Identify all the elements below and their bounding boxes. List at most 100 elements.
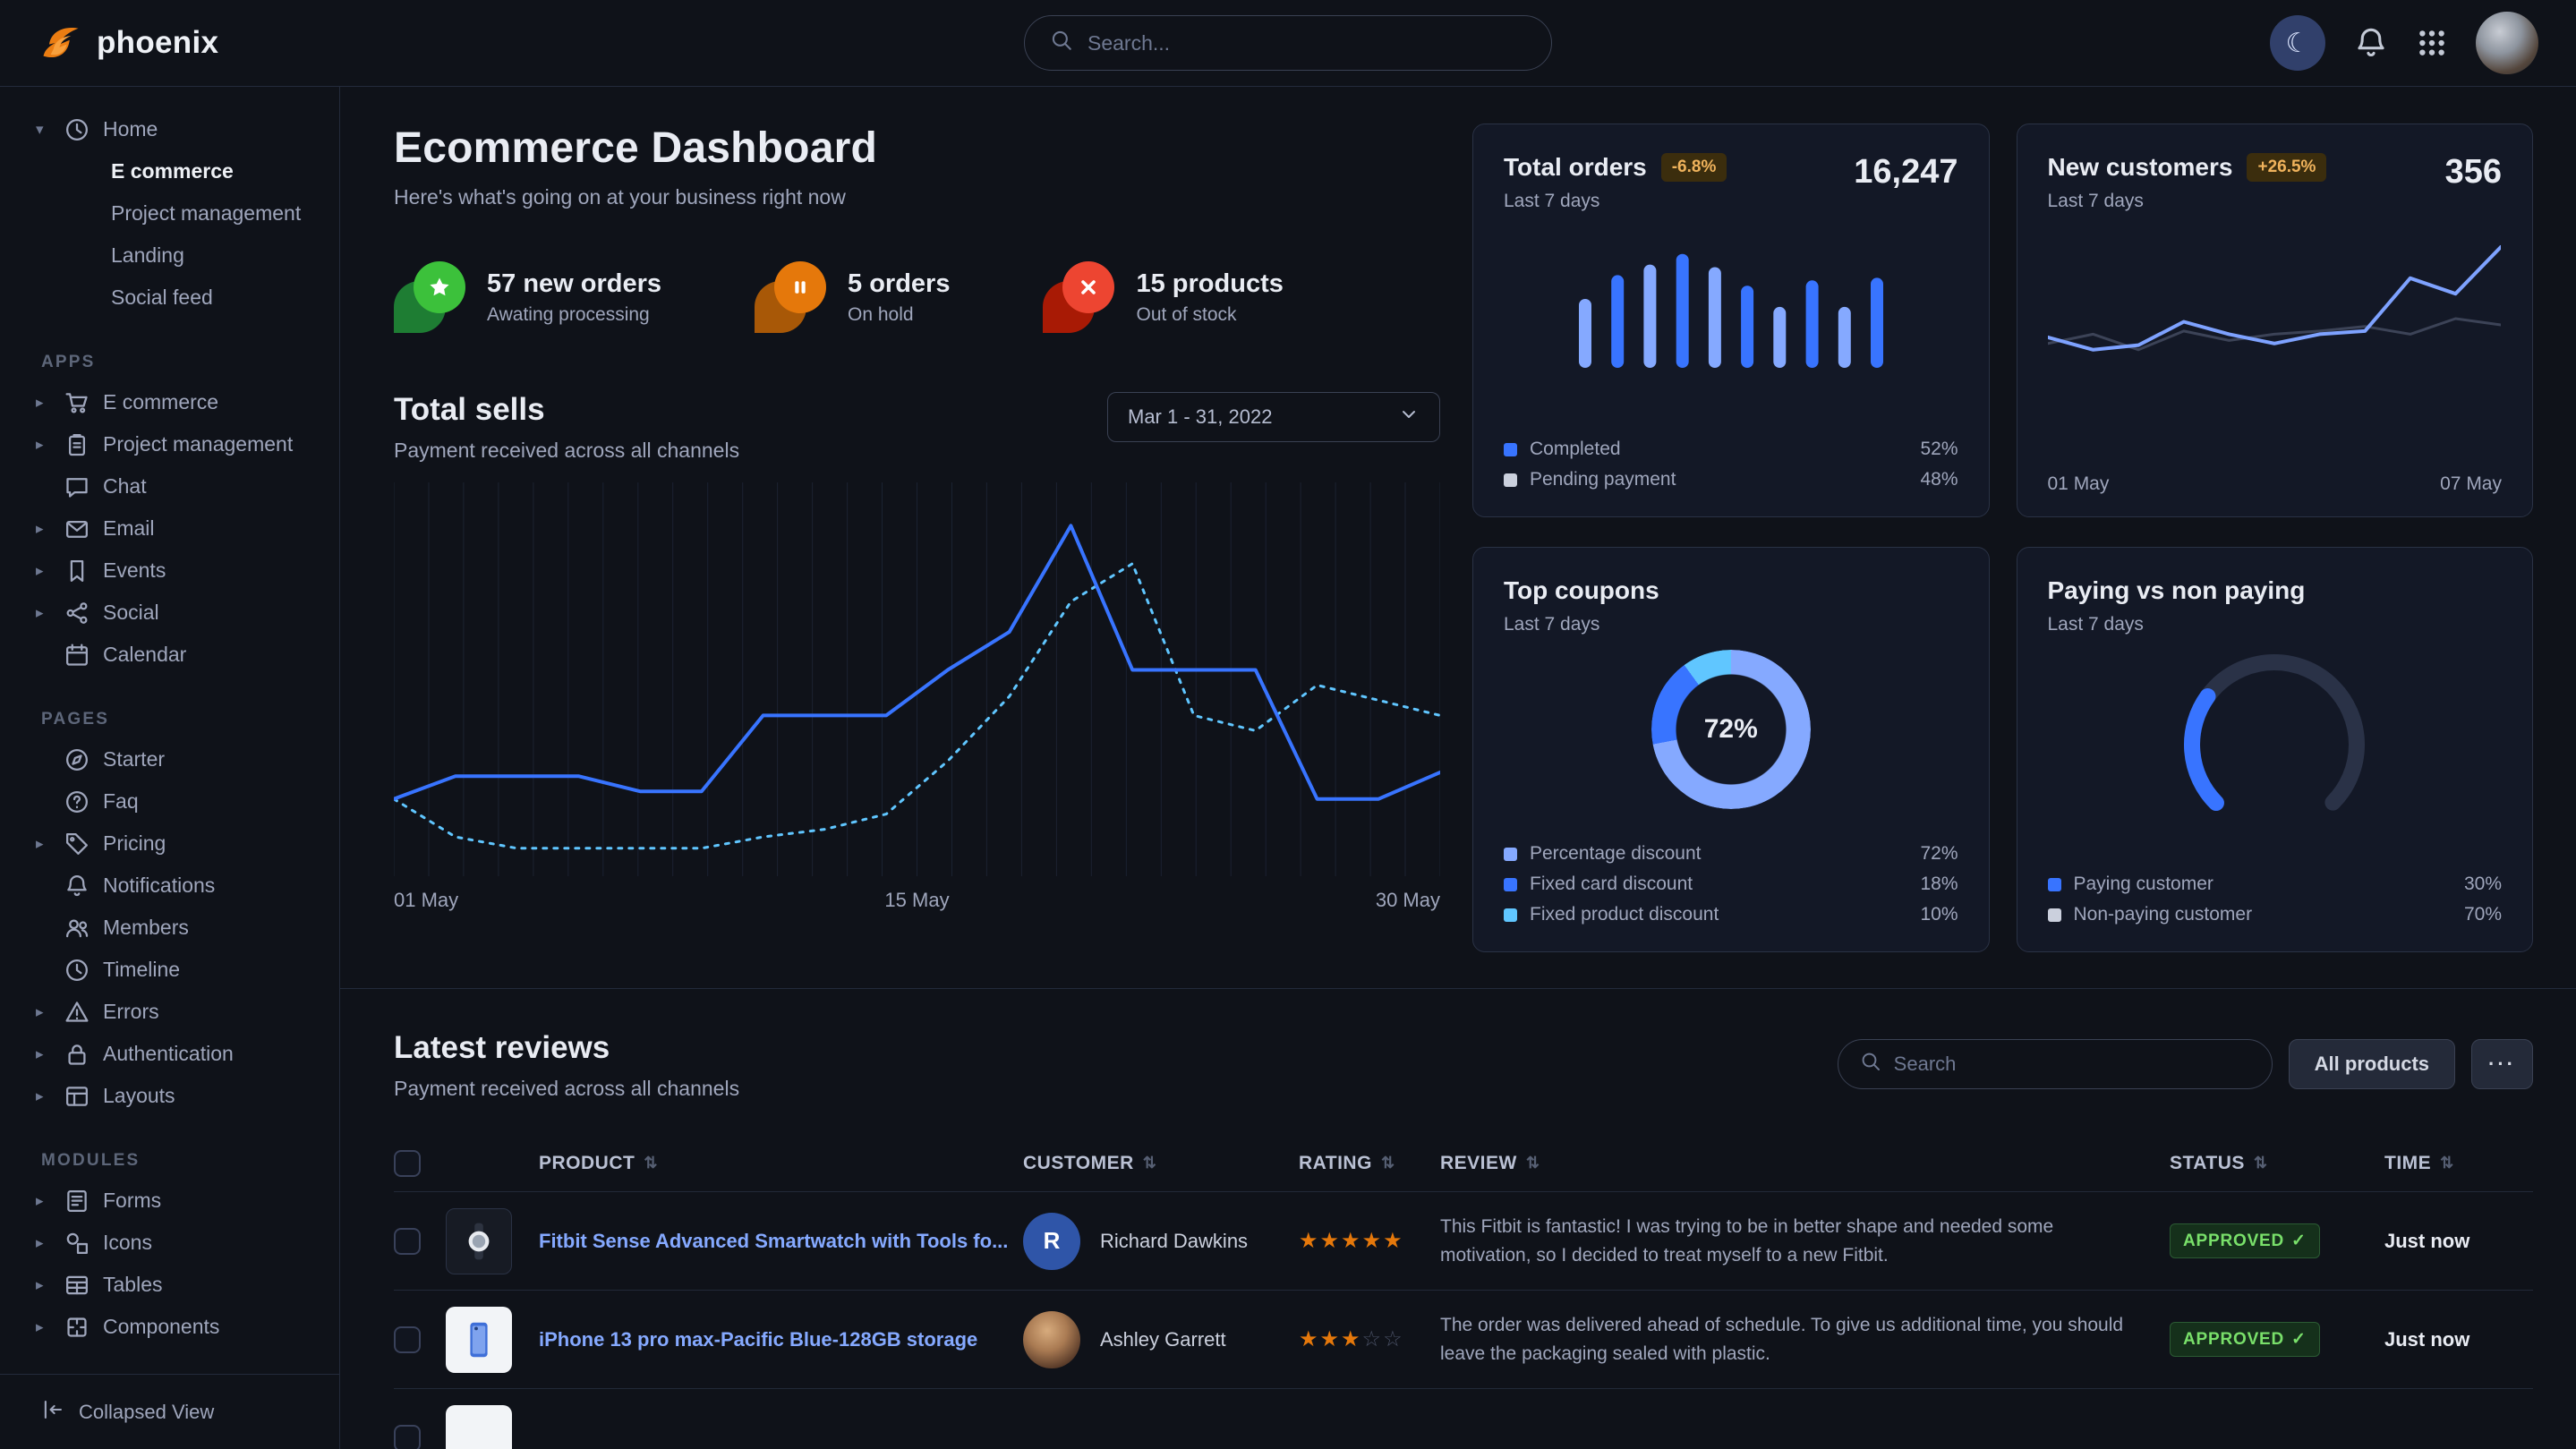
row-checkbox[interactable] xyxy=(394,1228,421,1255)
sidebar-item-e-commerce[interactable]: E commerce xyxy=(0,150,339,192)
all-products-button[interactable]: All products xyxy=(2289,1039,2455,1089)
sidebar-item-e-commerce[interactable]: ▸E commerce xyxy=(0,381,339,423)
stat-blob xyxy=(755,261,826,333)
chevron-down-icon: ▾ xyxy=(36,121,64,139)
top-coupons-card: Top coupons Last 7 days 72% Percentage d… xyxy=(1472,547,1990,952)
sidebar-item-faq[interactable]: Faq xyxy=(0,780,339,823)
sidebar-item-tables[interactable]: ▸Tables xyxy=(0,1264,339,1306)
sidebar-item-events[interactable]: ▸Events xyxy=(0,550,339,592)
topbar: phoenix Search... ☾ xyxy=(0,0,2576,87)
global-search-input[interactable]: Search... xyxy=(1024,15,1552,71)
chevron-right-icon: ▸ xyxy=(36,1234,64,1252)
reviews-subtitle: Payment received across all channels xyxy=(394,1077,739,1101)
legend-item: Pending payment48% xyxy=(1504,465,1958,495)
date-range-select[interactable]: Mar 1 - 31, 2022 xyxy=(1107,392,1440,442)
reviews-search-input[interactable]: Search xyxy=(1838,1039,2273,1089)
sidebar-item-members[interactable]: Members xyxy=(0,907,339,949)
sidebar-item-social-feed[interactable]: Social feed xyxy=(0,277,339,319)
calendar-icon xyxy=(64,643,90,668)
table-row xyxy=(394,1389,2533,1449)
global-search-placeholder: Search... xyxy=(1088,31,1170,55)
user-avatar[interactable] xyxy=(2476,12,2538,74)
column-header-customer[interactable]: CUSTOMER⇅ xyxy=(1023,1153,1299,1174)
sidebar-item-calendar[interactable]: Calendar xyxy=(0,634,339,676)
row-checkbox[interactable] xyxy=(394,1326,421,1353)
main-content: Ecommerce Dashboard Here's what's going … xyxy=(340,87,2576,1449)
more-options-button[interactable]: ··· xyxy=(2471,1039,2533,1089)
notifications-button[interactable] xyxy=(2354,26,2388,60)
shapes-icon xyxy=(64,1231,90,1256)
bell-icon xyxy=(2354,26,2388,60)
sidebar-item-landing[interactable]: Landing xyxy=(0,234,339,277)
sidebar-item-icons[interactable]: ▸Icons xyxy=(0,1222,339,1264)
sidebar-item-label: Authentication xyxy=(103,1042,234,1066)
sidebar-item-authentication[interactable]: ▸Authentication xyxy=(0,1033,339,1075)
compass-icon xyxy=(64,747,90,772)
sidebar-item-label: Errors xyxy=(103,1000,159,1024)
sidebar-item-label: Starter xyxy=(103,747,165,771)
sidebar-item-components[interactable]: ▸Components xyxy=(0,1306,339,1348)
sidebar-item-layouts[interactable]: ▸Layouts xyxy=(0,1075,339,1117)
sidebar-item-pricing[interactable]: ▸Pricing xyxy=(0,823,339,865)
star-icon xyxy=(428,276,451,299)
column-header-rating[interactable]: RATING⇅ xyxy=(1299,1153,1440,1174)
page-title: Ecommerce Dashboard xyxy=(394,124,1440,173)
lock-icon xyxy=(64,1042,90,1067)
sidebar-item-home[interactable]: ▾Home xyxy=(0,108,339,150)
theme-toggle-button[interactable]: ☾ xyxy=(2270,15,2325,71)
sidebar-item-label: Tables xyxy=(103,1273,162,1297)
sidebar-item-label: Faq xyxy=(103,789,139,814)
sidebar-item-social[interactable]: ▸Social xyxy=(0,592,339,634)
chevron-right-icon: ▸ xyxy=(36,1192,64,1210)
card-title: Top coupons xyxy=(1504,576,1659,605)
product-link[interactable]: iPhone 13 pro max-Pacific Blue-128GB sto… xyxy=(539,1328,977,1351)
sidebar-item-project-management[interactable]: Project management xyxy=(0,192,339,234)
column-header-time[interactable]: TIME⇅ xyxy=(2384,1153,2533,1174)
nav-section-heading: PAGES xyxy=(0,699,339,738)
brand[interactable]: phoenix xyxy=(38,20,218,66)
column-header-status[interactable]: STATUS⇅ xyxy=(2170,1153,2384,1174)
apps-grid-button[interactable] xyxy=(2417,28,2447,58)
stat-caption: Awating processing xyxy=(487,304,661,326)
check-icon: ✓ xyxy=(2291,1231,2307,1251)
clock-icon xyxy=(64,958,90,983)
card-period: Last 7 days xyxy=(1504,614,1659,635)
users-icon xyxy=(64,916,90,941)
sidebar-item-starter[interactable]: Starter xyxy=(0,738,339,780)
sidebar-item-timeline[interactable]: Timeline xyxy=(0,949,339,991)
select-all-checkbox[interactable] xyxy=(394,1150,421,1177)
card-period: Last 7 days xyxy=(2048,191,2327,212)
table-icon xyxy=(64,1273,90,1298)
new-customers-value: 356 xyxy=(2445,153,2502,192)
sidebar-item-email[interactable]: ▸Email xyxy=(0,507,339,550)
grid-dots-icon xyxy=(2417,28,2447,58)
sidebar-item-chat[interactable]: Chat xyxy=(0,465,339,507)
collapse-sidebar-button[interactable]: Collapsed View xyxy=(0,1374,339,1449)
product-link[interactable]: Fitbit Sense Advanced Smartwatch with To… xyxy=(539,1230,1008,1253)
column-header-review[interactable]: REVIEW⇅ xyxy=(1440,1153,2170,1174)
alert-icon xyxy=(64,1000,90,1025)
sidebar-item-label: Chat xyxy=(103,474,147,499)
new-customers-x-axis: 01 May07 May xyxy=(2048,473,2503,495)
chevron-right-icon: ▸ xyxy=(36,520,64,538)
sidebar-item-project-management[interactable]: ▸Project management xyxy=(0,423,339,465)
clipboard-icon xyxy=(64,432,90,457)
column-header-product[interactable]: PRODUCT⇅ xyxy=(446,1153,1023,1174)
chat-icon xyxy=(64,474,90,499)
customer-avatar xyxy=(1023,1311,1080,1368)
legend-item: Completed52% xyxy=(1504,434,1958,465)
stat-caption: On hold xyxy=(848,304,950,326)
table-header-row: PRODUCT⇅CUSTOMER⇅RATING⇅REVIEW⇅STATUS⇅TI… xyxy=(394,1135,2533,1192)
reviews-search-placeholder: Search xyxy=(1894,1053,1957,1076)
sidebar-item-errors[interactable]: ▸Errors xyxy=(0,991,339,1033)
delta-badge: +26.5% xyxy=(2247,153,2326,182)
sidebar-item-notifications[interactable]: Notifications xyxy=(0,865,339,907)
rating-stars: ★★★★★ xyxy=(1299,1229,1404,1253)
sidebar-item-forms[interactable]: ▸Forms xyxy=(0,1180,339,1222)
chevron-right-icon: ▸ xyxy=(36,562,64,580)
x-icon xyxy=(1078,277,1099,298)
sidebar-item-label: Timeline xyxy=(103,958,180,982)
coupons-donut-value: 72% xyxy=(1651,650,1811,809)
row-checkbox[interactable] xyxy=(394,1425,421,1449)
date-range-value: Mar 1 - 31, 2022 xyxy=(1128,405,1272,429)
